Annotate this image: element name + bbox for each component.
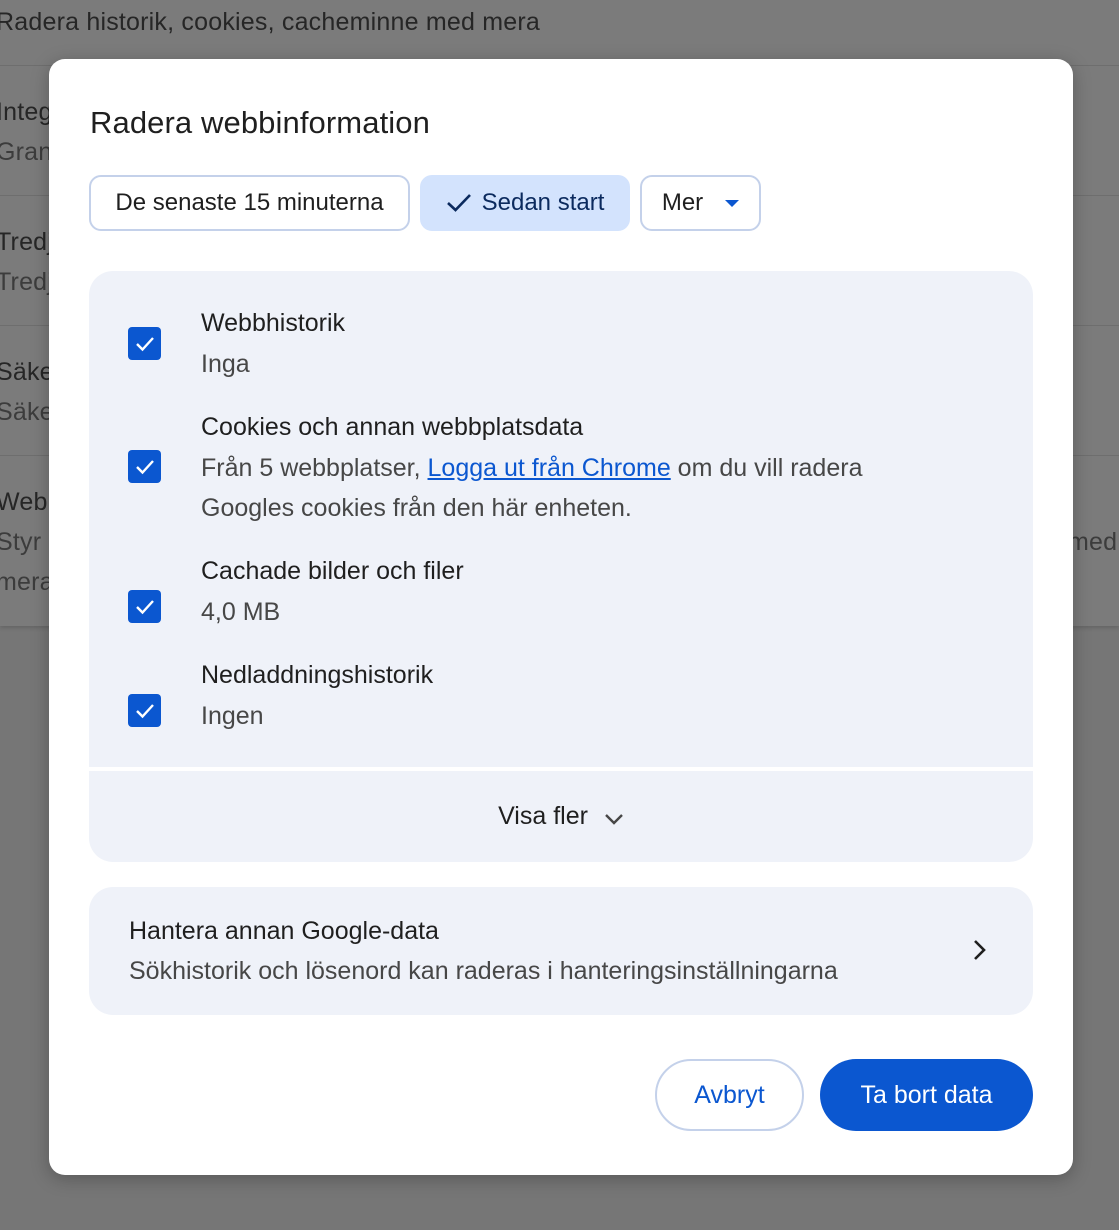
chip-label: De senaste 15 minuterna — [115, 189, 384, 216]
browsing-history-checkbox[interactable] — [128, 327, 161, 360]
dialog-title: Radera webbinformation — [90, 105, 430, 140]
chip-label: Mer — [661, 189, 704, 216]
chip-more-dropdown[interactable]: Mer — [640, 175, 761, 231]
bg-row-title: Säke — [0, 358, 54, 386]
manage-desc: Sökhistorik och lösenord kan raderas i h… — [129, 957, 838, 985]
checkmark-icon — [135, 336, 154, 351]
show-more-label: Visa fler — [498, 802, 588, 830]
checkmark-icon — [135, 703, 154, 718]
chevron-right-icon — [974, 940, 986, 960]
bg-row-title: Tredj — [0, 228, 54, 256]
manage-title: Hantera annan Google-data — [129, 917, 439, 945]
download-history-checkbox[interactable] — [128, 694, 161, 727]
bg-row-subtitle: Tredj — [0, 268, 54, 296]
option-download-history: Nedladdningshistorik Ingen — [89, 655, 1033, 767]
bg-row-text: Radera historik, cookies, cacheminne med… — [0, 8, 540, 36]
bg-row-subtitle: Gran — [0, 138, 53, 166]
cancel-button[interactable]: Avbryt — [655, 1059, 804, 1131]
option-desc: Ingen — [201, 702, 264, 730]
chip-last-15-minutes[interactable]: De senaste 15 minuterna — [89, 175, 410, 231]
cached-images-checkbox[interactable] — [128, 590, 161, 623]
bg-row-subtitle: Säke — [0, 398, 54, 426]
option-desc-line2: Googles cookies från den här enheten. — [201, 494, 632, 522]
chip-all-time[interactable]: Sedan start — [420, 175, 630, 231]
option-desc: Från 5 webbplatser, Logga ut från Chrome… — [201, 448, 862, 488]
desc-text: Från 5 webbplatser, — [201, 454, 428, 482]
bg-row-subtitle: Styr — [0, 528, 42, 556]
chevron-down-icon — [605, 813, 623, 825]
option-title: Cachade bilder och filer — [201, 557, 464, 585]
option-title: Webbhistorik — [201, 309, 346, 337]
desc-text: om du vill radera — [670, 454, 863, 482]
option-desc: Inga — [201, 350, 250, 378]
option-title: Nedladdningshistorik — [201, 661, 434, 689]
show-more-button[interactable]: Visa fler — [89, 771, 1033, 862]
manage-google-data-link[interactable]: Hantera annan Google-data Sökhistorik oc… — [89, 887, 1033, 1015]
bg-row-clear-data: Radera historik, cookies, cacheminne med… — [0, 0, 1119, 66]
bg-row-title: Web — [0, 488, 48, 516]
data-options-list: Webbhistorik Inga Cookies och annan webb… — [89, 271, 1033, 767]
option-cookies: Cookies och annan webbplatsdata Från 5 w… — [89, 391, 1033, 551]
chip-label: Sedan start — [481, 189, 605, 216]
checkmark-icon — [135, 459, 154, 474]
clear-browsing-data-dialog: Radera webbinformation De senaste 15 min… — [49, 59, 1073, 1175]
checkmark-icon — [135, 599, 154, 614]
bg-row-extra: mera — [0, 568, 54, 596]
option-desc: 4,0 MB — [201, 598, 281, 626]
bg-row-right-text: med — [1068, 528, 1118, 556]
bg-row-title: Integ — [0, 98, 53, 126]
caret-down-icon — [725, 199, 740, 207]
option-title: Cookies och annan webbplatsdata — [201, 413, 584, 441]
check-icon — [446, 194, 471, 212]
option-cached-images: Cachade bilder och filer 4,0 MB — [89, 551, 1033, 655]
delete-data-button[interactable]: Ta bort data — [820, 1059, 1033, 1131]
cookies-checkbox[interactable] — [128, 450, 161, 483]
sign-out-link[interactable]: Logga ut från Chrome — [428, 454, 671, 482]
option-browsing-history: Webbhistorik Inga — [89, 271, 1033, 391]
